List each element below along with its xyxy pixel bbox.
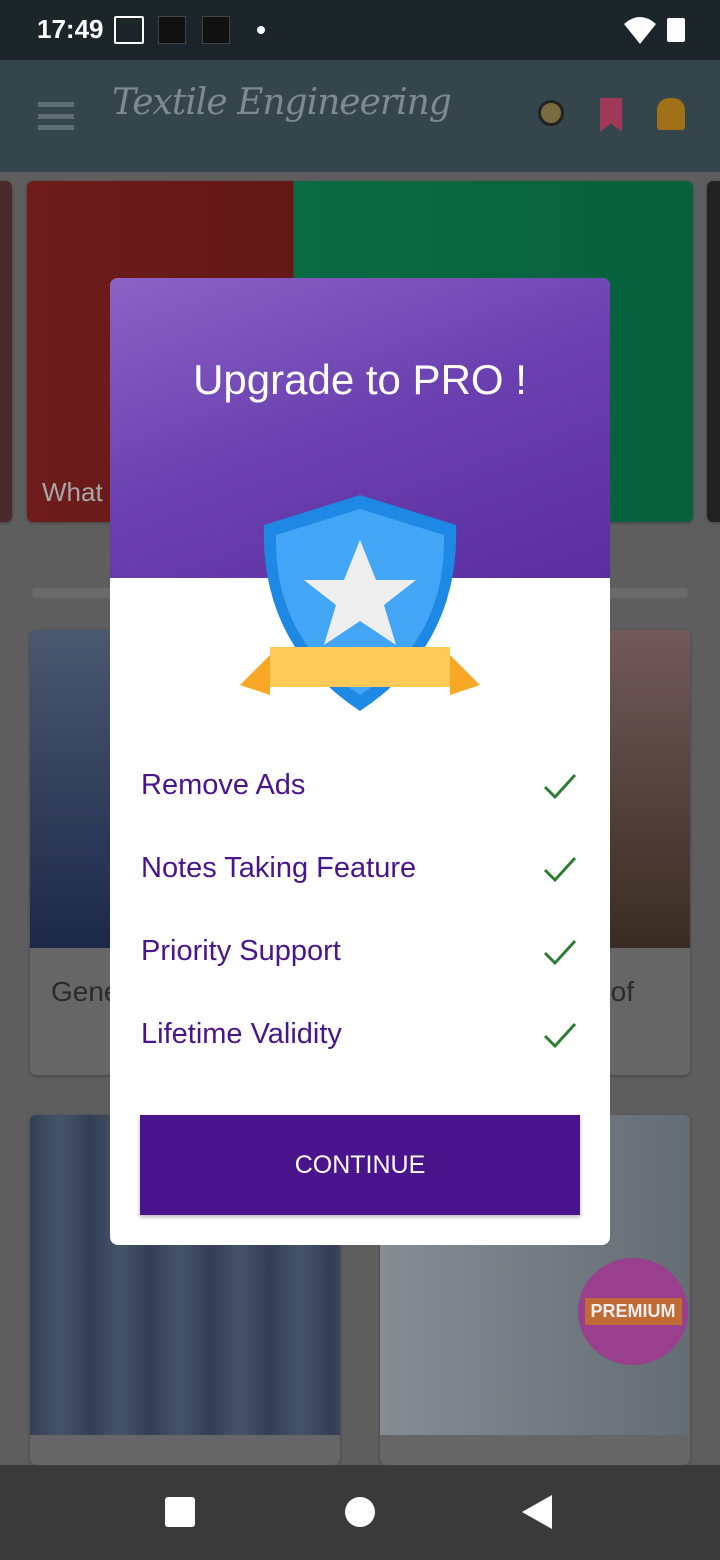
app-bar: Textile Engineering	[0, 60, 720, 172]
check-icon	[543, 939, 577, 966]
back-triangle-icon[interactable]	[522, 1495, 554, 1529]
check-icon	[543, 856, 577, 883]
chart-icon	[158, 16, 186, 44]
shield-star-icon	[240, 495, 480, 711]
dialog-title: Upgrade to PRO !	[193, 356, 527, 403]
feature-item: Remove Ads	[141, 769, 306, 801]
bell-icon[interactable]	[657, 98, 685, 130]
premium-badge: PREMIUM	[578, 1258, 688, 1365]
feature-item: Lifetime Validity	[141, 1018, 342, 1050]
feature-item: Priority Support	[141, 935, 341, 967]
wifi-icon	[624, 17, 656, 44]
battery-icon	[667, 18, 685, 42]
status-bar: 17:49	[0, 0, 720, 60]
feature-item: Notes Taking Feature	[141, 852, 417, 884]
navigation-bar	[0, 1465, 720, 1560]
chart-icon	[202, 16, 230, 44]
continue-button[interactable]: CONTINUE	[140, 1115, 580, 1215]
dot-icon	[257, 26, 265, 34]
bookmark-icon[interactable]	[600, 98, 622, 132]
status-time: 17:49	[37, 14, 104, 44]
home-circle-icon[interactable]	[345, 1497, 375, 1527]
settings-monitor-icon	[114, 16, 144, 44]
check-icon	[543, 773, 577, 800]
upgrade-dialog: Upgrade to PRO ! Remove Ads Notes Taking…	[110, 278, 610, 1245]
app-title: Textile Engineering	[112, 82, 452, 123]
menu-icon[interactable]	[38, 102, 74, 130]
premium-badge-label: PREMIUM	[584, 1298, 682, 1325]
grid-card-caption: of	[610, 976, 634, 1007]
recents-square-icon[interactable]	[165, 1497, 195, 1527]
carousel-prev-card[interactable]	[0, 181, 12, 522]
search-icon[interactable]	[538, 100, 564, 126]
check-icon	[543, 1022, 577, 1049]
carousel-caption: What	[42, 477, 103, 507]
carousel-next-card[interactable]	[707, 181, 720, 522]
